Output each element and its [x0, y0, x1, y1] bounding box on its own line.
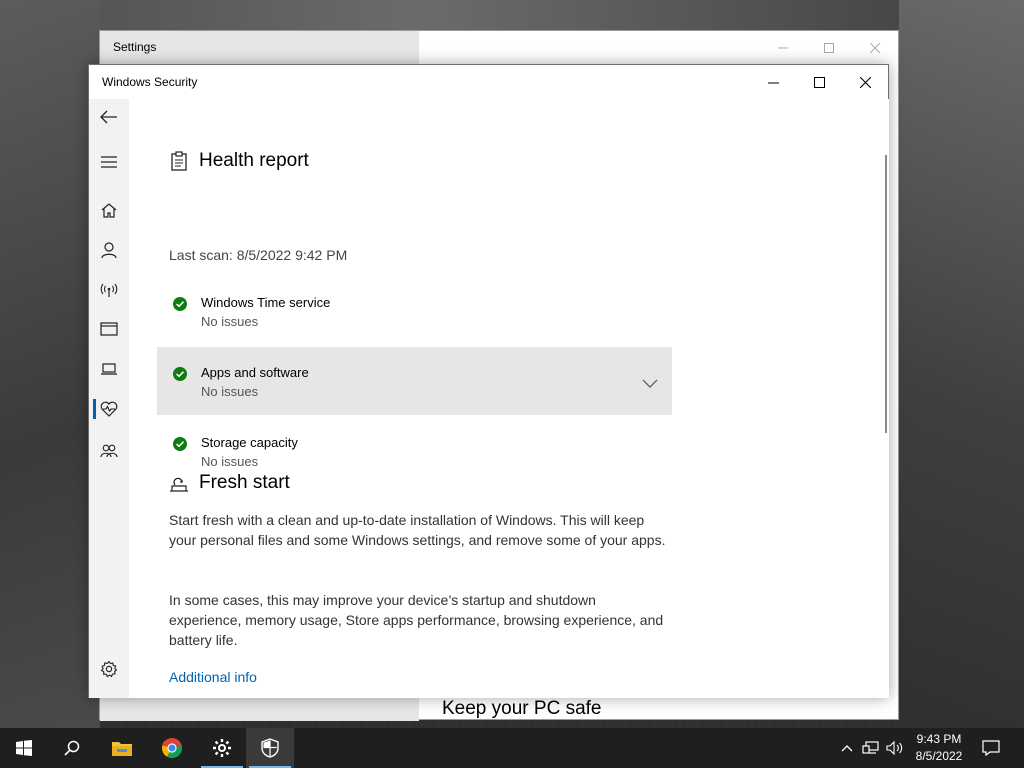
settings-taskbar-button[interactable]	[198, 728, 246, 768]
check-icon	[173, 437, 187, 451]
notification-icon	[982, 740, 1000, 756]
app-browser-control-icon	[100, 322, 118, 336]
nav-device-performance-health[interactable]	[89, 391, 129, 427]
maximize-button[interactable]	[796, 65, 842, 99]
title-bar[interactable]: Windows Security	[89, 65, 888, 99]
show-hidden-icons-button[interactable]	[838, 728, 856, 768]
firewall-network-icon	[100, 283, 118, 297]
close-icon	[859, 76, 871, 88]
clock-date: 8/5/2022	[915, 749, 963, 763]
fresh-start-title: Fresh start	[199, 472, 290, 493]
status-item-windows-time-service[interactable]: Windows Time service No issues	[157, 277, 672, 345]
clipboard-report-icon	[169, 150, 189, 172]
desktop-wallpaper-left	[0, 0, 100, 728]
back-button[interactable]	[89, 99, 129, 135]
health-report-header: Health report	[169, 150, 309, 172]
file-explorer-icon	[112, 742, 132, 756]
hamburger-menu-icon	[101, 156, 117, 168]
chrome-button[interactable]	[148, 728, 196, 768]
status-item-status: No issues	[201, 454, 259, 469]
close-button[interactable]	[842, 65, 888, 99]
nav-app-browser-control[interactable]	[89, 311, 129, 347]
fresh-start-icon	[169, 472, 189, 494]
nav-device-security[interactable]	[89, 351, 129, 387]
home-icon	[101, 203, 117, 218]
check-icon	[173, 367, 187, 381]
settings-window-title: Settings	[100, 31, 419, 65]
desktop-wallpaper-right	[899, 0, 1024, 728]
family-options-icon	[100, 444, 118, 458]
nav-settings[interactable]	[89, 651, 129, 687]
navigation-sidebar	[89, 99, 129, 698]
action-center-button[interactable]	[976, 728, 1006, 768]
nav-home[interactable]	[89, 192, 129, 228]
device-security-icon	[101, 363, 117, 375]
status-item-apps-and-software[interactable]: Apps and software No issues	[157, 347, 672, 415]
start-icon	[16, 740, 32, 756]
additional-info-link[interactable]: Additional info	[169, 669, 257, 685]
network-tray-button[interactable]	[860, 728, 882, 768]
file-explorer-button[interactable]	[98, 728, 146, 768]
desktop-wallpaper-top	[100, 0, 899, 30]
status-item-status: No issues	[201, 314, 259, 329]
status-item-name: Storage capacity	[201, 435, 298, 450]
search-button[interactable]	[48, 728, 96, 768]
close-icon[interactable]	[852, 31, 898, 65]
fresh-start-benefits: In some cases, this may improve your dev…	[169, 592, 664, 648]
health-report-title: Health report	[199, 150, 309, 171]
window-title: Windows Security	[102, 75, 198, 89]
back-arrow-icon	[100, 110, 117, 124]
device-performance-health-icon	[100, 401, 118, 417]
fresh-start-description: Start fresh with a clean and up-to-date …	[169, 512, 666, 548]
status-item-name: Windows Time service	[201, 295, 331, 310]
maximize-icon	[813, 76, 825, 88]
status-item-name: Apps and software	[201, 365, 309, 380]
network-icon	[862, 741, 879, 754]
settings-window-controls	[760, 31, 898, 65]
settings-heading: Keep your PC safe	[442, 698, 602, 719]
clock-time: 9:43 PM	[916, 732, 962, 746]
taskbar: 9:43 PM 8/5/2022	[0, 728, 1024, 768]
nav-firewall-network[interactable]	[89, 272, 129, 308]
maximize-icon[interactable]	[806, 31, 852, 65]
volume-icon	[886, 741, 903, 755]
chevron-down-icon[interactable]	[642, 373, 658, 392]
main-content: Health report Last scan: 8/5/2022 9:42 P…	[129, 99, 889, 698]
last-scan-text: Last scan: 8/5/2022 9:42 PM	[169, 247, 348, 263]
windows-security-icon	[261, 738, 279, 758]
start-button[interactable]	[0, 728, 48, 768]
windows-security-taskbar-button[interactable]	[246, 728, 294, 768]
check-icon	[173, 297, 187, 311]
volume-tray-button[interactable]	[884, 728, 906, 768]
nav-account-protection[interactable]	[89, 232, 129, 268]
fresh-start-header: Fresh start	[169, 472, 290, 494]
windows-security-window: Windows Security Health report Last scan…	[88, 64, 889, 698]
nav-family-options[interactable]	[89, 433, 129, 469]
search-icon	[64, 740, 80, 756]
minimize-icon[interactable]	[760, 31, 806, 65]
chrome-icon	[161, 738, 183, 759]
chevron-up-icon	[841, 745, 853, 752]
settings-gear-icon	[100, 660, 118, 678]
minimize-icon	[767, 82, 779, 83]
settings-icon	[213, 739, 231, 757]
minimize-button[interactable]	[750, 65, 796, 99]
menu-button[interactable]	[89, 144, 129, 180]
taskbar-clock[interactable]: 9:43 PM 8/5/2022	[908, 731, 970, 765]
account-icon	[101, 242, 117, 258]
status-item-status: No issues	[201, 384, 259, 399]
window-controls	[750, 65, 888, 99]
scrollbar-thumb[interactable]	[885, 155, 887, 433]
